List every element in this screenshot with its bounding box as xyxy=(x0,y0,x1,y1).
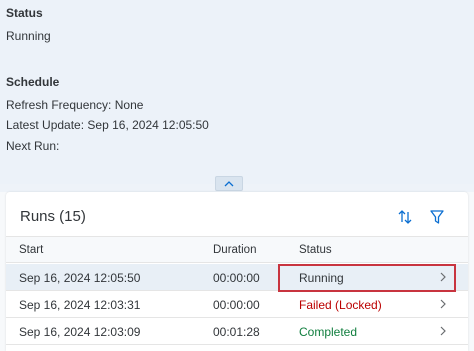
run-start: Sep 16, 2024 12:03:09 xyxy=(19,325,141,339)
table-header: Start Duration Status xyxy=(6,236,468,263)
table-row[interactable]: Sep 16, 2024 12:03:09 00:01:28 Completed xyxy=(6,318,468,345)
filter-icon[interactable] xyxy=(428,208,446,226)
chevron-right-icon xyxy=(440,326,446,336)
chevron-right-icon xyxy=(440,272,446,282)
next-run: Next Run: xyxy=(6,139,59,153)
run-duration: 00:00:00 xyxy=(213,271,260,285)
run-start: Sep 16, 2024 12:03:31 xyxy=(19,298,141,312)
table-row[interactable]: Sep 16, 2024 12:03:31 00:00:00 Failed (L… xyxy=(6,291,468,318)
status-value: Running xyxy=(6,29,51,43)
run-start: Sep 16, 2024 12:05:50 xyxy=(19,271,141,285)
run-duration: 00:00:00 xyxy=(213,298,260,312)
sort-icon[interactable] xyxy=(396,208,414,226)
latest-update: Latest Update: Sep 16, 2024 12:05:50 xyxy=(6,118,209,132)
column-header-duration[interactable]: Duration xyxy=(213,244,256,256)
collapse-header-button[interactable] xyxy=(215,176,243,191)
column-header-status[interactable]: Status xyxy=(299,244,332,256)
schedule-heading: Schedule xyxy=(6,75,60,89)
chevron-right-icon xyxy=(440,299,446,309)
runs-panel: Runs (15) Start Duration Status Sep 16, … xyxy=(0,192,474,351)
table-row[interactable]: Sep 16, 2024 12:05:50 00:00:00 Running xyxy=(6,264,468,291)
refresh-frequency: Refresh Frequency: None xyxy=(6,98,143,112)
run-duration: 00:01:28 xyxy=(213,325,260,339)
details-header: Status Running Schedule Refresh Frequenc… xyxy=(0,0,474,184)
refresh-frequency-label: Refresh Frequency: xyxy=(6,98,112,112)
latest-update-value: Sep 16, 2024 12:05:50 xyxy=(87,118,209,132)
status-heading: Status xyxy=(6,6,43,20)
runs-table-card: Runs (15) Start Duration Status Sep 16, … xyxy=(6,192,468,351)
run-status: Completed xyxy=(299,325,358,339)
chevron-up-icon xyxy=(224,180,234,186)
next-run-label: Next Run: xyxy=(6,139,60,153)
refresh-frequency-value: None xyxy=(114,98,144,112)
column-header-start[interactable]: Start xyxy=(19,244,43,256)
latest-update-label: Latest Update: xyxy=(6,118,85,132)
runs-title: Runs (15) xyxy=(20,208,86,225)
run-status: Running xyxy=(299,271,344,285)
run-status: Failed (Locked) xyxy=(299,298,382,312)
